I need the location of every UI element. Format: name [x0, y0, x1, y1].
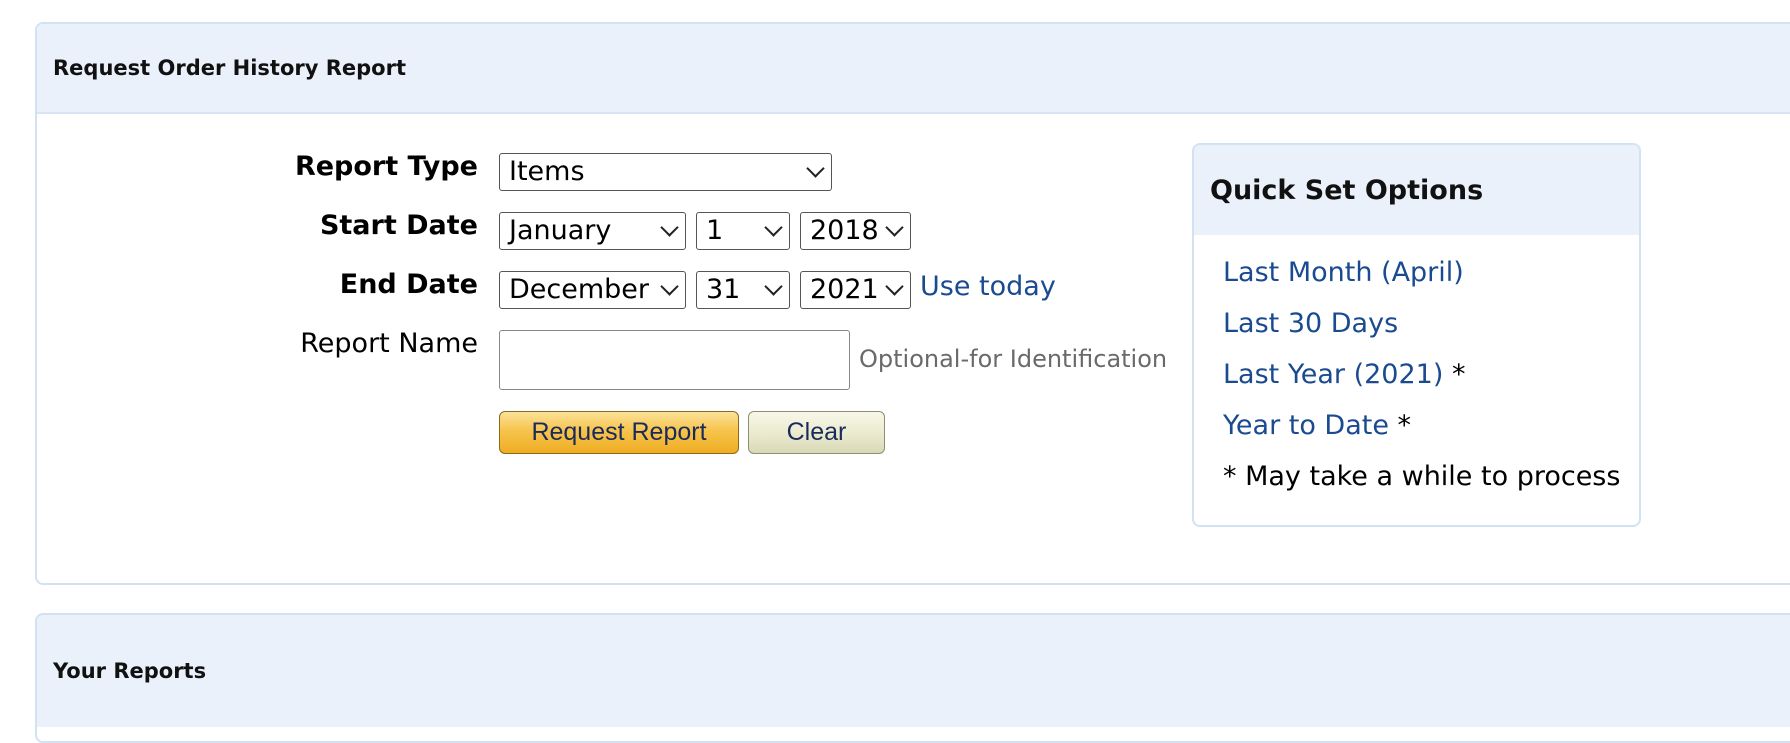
- your-reports-title: Your Reports: [53, 659, 207, 683]
- chevron-down-icon: [806, 159, 825, 178]
- quick-set-last-year-link[interactable]: Last Year (2021): [1223, 359, 1443, 390]
- chevron-down-icon: [764, 277, 783, 296]
- quick-set-item: Last 30 Days: [1223, 308, 1620, 359]
- chevron-down-icon: [764, 218, 783, 237]
- end-date-label: End Date: [339, 269, 478, 300]
- report-type-label: Report Type: [294, 151, 478, 182]
- end-month-value: December: [509, 274, 650, 305]
- quick-set-options-box: Quick Set Options Last Month (April) Las…: [1192, 143, 1641, 527]
- quick-set-suffix: *: [1443, 359, 1466, 390]
- quick-set-last-30-days-link[interactable]: Last 30 Days: [1223, 308, 1398, 339]
- start-day-value: 1: [706, 215, 724, 246]
- start-month-value: January: [509, 215, 612, 246]
- quick-set-last-month-link[interactable]: Last Month (April): [1223, 257, 1464, 288]
- end-year-select[interactable]: 2021: [800, 271, 911, 309]
- use-today-link[interactable]: Use today: [920, 271, 1056, 302]
- request-report-title: Request Order History Report: [53, 56, 407, 80]
- quick-set-title: Quick Set Options: [1210, 174, 1484, 206]
- report-name-input[interactable]: [499, 330, 850, 390]
- start-year-select[interactable]: 2018: [800, 212, 911, 250]
- end-day-value: 31: [706, 274, 741, 305]
- start-date-label: Start Date: [319, 210, 478, 241]
- start-day-select[interactable]: 1: [696, 212, 790, 250]
- end-year-value: 2021: [810, 274, 879, 305]
- clear-button[interactable]: Clear: [748, 411, 885, 454]
- report-type-value: Items: [509, 156, 585, 187]
- start-month-select[interactable]: January: [499, 212, 686, 250]
- quick-set-header: Quick Set Options: [1194, 145, 1639, 235]
- request-report-header: Request Order History Report: [37, 24, 1790, 114]
- chevron-down-icon: [885, 277, 904, 296]
- quick-set-item: Year to Date *: [1223, 410, 1620, 461]
- your-reports-panel: Your Reports: [35, 613, 1790, 743]
- request-report-button[interactable]: Request Report: [499, 411, 739, 454]
- quick-set-item: Last Month (April): [1223, 257, 1620, 308]
- chevron-down-icon: [885, 218, 904, 237]
- quick-set-suffix: *: [1388, 410, 1412, 441]
- quick-set-list: Last Month (April) Last 30 Days Last Yea…: [1223, 257, 1620, 492]
- report-type-select[interactable]: Items: [499, 153, 832, 191]
- your-reports-header: Your Reports: [37, 615, 1790, 727]
- chevron-down-icon: [660, 277, 679, 296]
- start-year-value: 2018: [810, 215, 879, 246]
- quick-set-year-to-date-link[interactable]: Year to Date: [1223, 410, 1389, 441]
- quick-set-note: * May take a while to process: [1223, 461, 1621, 492]
- end-day-select[interactable]: 31: [696, 271, 790, 309]
- end-month-select[interactable]: December: [499, 271, 686, 309]
- chevron-down-icon: [660, 218, 679, 237]
- report-name-hint: Optional-for Identification: [859, 345, 1168, 373]
- report-name-label: Report Name: [300, 328, 478, 359]
- quick-set-item: Last Year (2021) *: [1223, 359, 1620, 410]
